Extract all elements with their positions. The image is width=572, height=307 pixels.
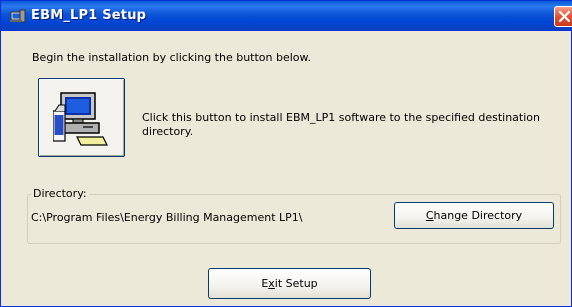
window-title: EBM_LP1 Setup [31, 8, 147, 23]
close-button[interactable] [554, 6, 572, 27]
exit-setup-button[interactable]: Exit Setup [208, 268, 371, 299]
setup-window: EBM_LP1 Setup Begin the installation by … [0, 0, 572, 307]
setup-app-icon [10, 9, 26, 23]
change-directory-label: hange Directory [433, 209, 523, 222]
close-icon [558, 10, 571, 23]
directory-path: C:\Program Files\Energy Billing Manageme… [31, 211, 303, 224]
change-directory-button[interactable]: Change Directory [394, 202, 554, 229]
intro-text: Begin the installation by clicking the b… [32, 51, 312, 64]
computer-install-icon [53, 92, 108, 146]
install-description: Click this button to install EBM_LP1 sof… [142, 111, 540, 138]
title-bar[interactable]: EBM_LP1 Setup [1, 1, 572, 31]
install-button[interactable] [38, 78, 125, 157]
directory-label: Directory: [31, 187, 89, 200]
exit-setup-label-post: it Setup [274, 277, 318, 290]
change-directory-mnemonic: C [425, 209, 434, 222]
